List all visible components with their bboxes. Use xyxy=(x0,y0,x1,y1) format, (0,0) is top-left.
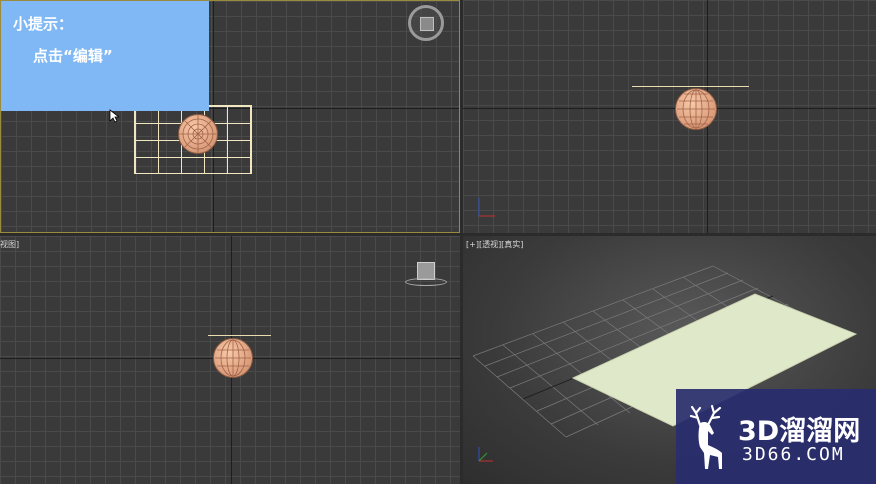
plane-object-edge[interactable] xyxy=(632,86,749,87)
deer-logo-icon xyxy=(689,404,722,469)
viewport-front[interactable] xyxy=(463,0,876,233)
watermark-name: 3D溜溜网 xyxy=(738,416,861,447)
plane-object-edge[interactable] xyxy=(208,335,271,336)
sphere-object[interactable] xyxy=(675,88,717,130)
axis-gizmo-icon xyxy=(478,447,493,462)
viewcube-ring xyxy=(405,278,447,286)
watermark-url: 3D66.COM xyxy=(742,444,845,465)
hint-title: 小提示： xyxy=(13,15,74,33)
mouse-cursor-icon xyxy=(109,109,119,123)
viewport-top[interactable]: 小提示： 点击“编辑” xyxy=(0,0,460,233)
watermark-logo: 3D溜溜网 3D66.COM xyxy=(676,389,876,484)
viewport-label[interactable]: 视图] xyxy=(0,239,19,250)
hint-panel: 小提示： 点击“编辑” xyxy=(1,1,209,111)
sphere-object[interactable] xyxy=(178,114,218,154)
sphere-object[interactable] xyxy=(213,338,253,378)
axis-gizmo-icon xyxy=(478,198,495,217)
grid-axis-horizontal xyxy=(463,108,876,109)
sphere-wireframe-lines xyxy=(179,115,217,153)
viewcube-icon[interactable] xyxy=(408,5,444,41)
sphere-wireframe-lines xyxy=(677,89,715,129)
sphere-wireframe-lines xyxy=(215,339,251,377)
hint-instruction: 点击“编辑” xyxy=(33,47,113,65)
viewport-left[interactable]: 视图] xyxy=(0,236,460,484)
